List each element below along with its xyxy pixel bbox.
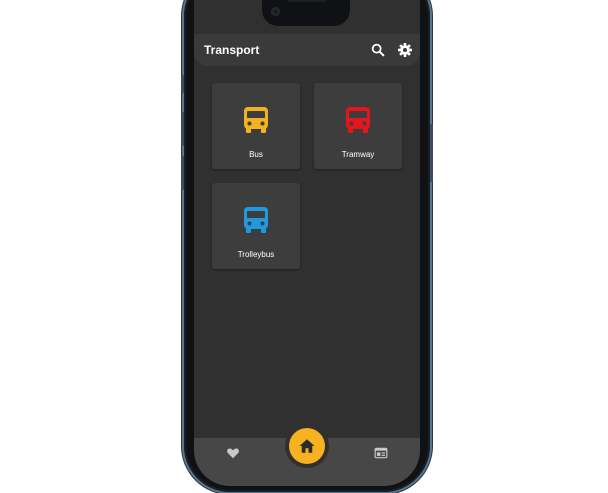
heart-icon[interactable] [226,446,240,460]
phone-side-button [181,156,184,190]
phone-side-button [181,112,184,146]
transport-tile-trolleybus[interactable]: Trolleybus [212,183,300,269]
app-bar: Transport [194,34,420,66]
bus-icon [244,207,268,233]
bus-icon [244,107,268,133]
phone-speaker [287,0,327,2]
transport-tile-tramway[interactable]: Tramway [314,83,402,169]
search-icon[interactable] [370,42,386,58]
camera-icon [271,7,280,16]
news-icon[interactable] [374,446,388,460]
bus-icon [346,107,370,133]
tile-label: Trolleybus [237,250,275,259]
app-screen: Transport Bus Tramway Trolleybus [194,0,420,486]
phone-side-button [181,75,184,93]
tile-label: Bus [249,150,263,159]
page-title: Transport [204,43,260,57]
home-button[interactable] [289,428,325,464]
phone-side-button [430,124,433,182]
gear-icon[interactable] [397,42,413,58]
tile-label: Tramway [341,150,375,159]
transport-tile-bus[interactable]: Bus [212,83,300,169]
home-icon [299,439,315,453]
